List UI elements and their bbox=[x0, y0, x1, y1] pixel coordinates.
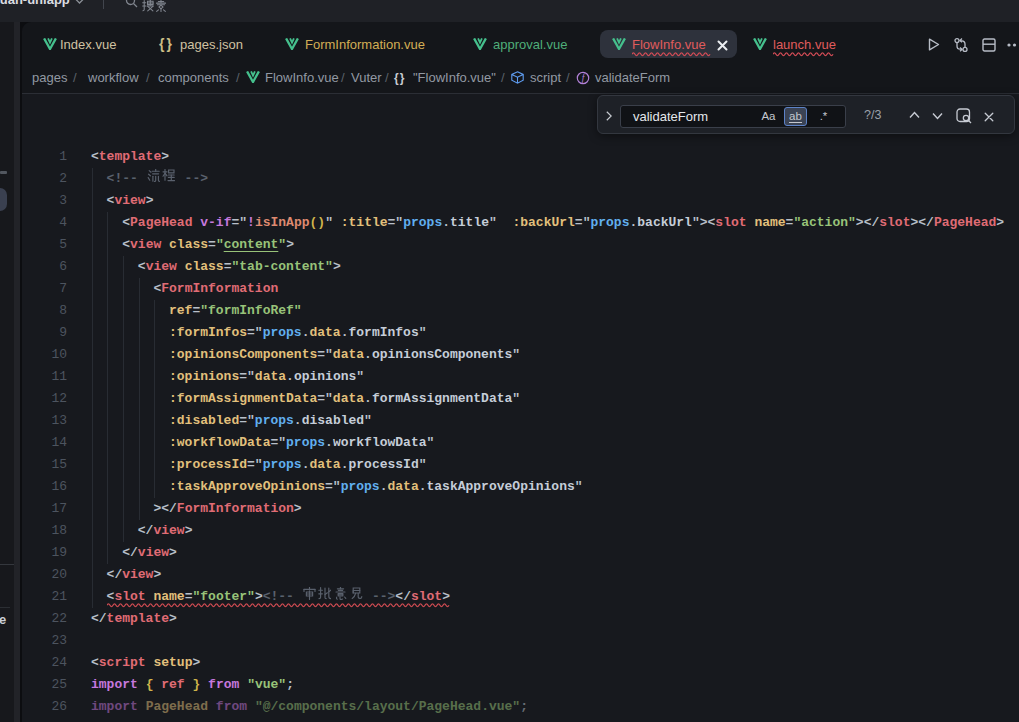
svg-text:f: f bbox=[582, 73, 586, 83]
